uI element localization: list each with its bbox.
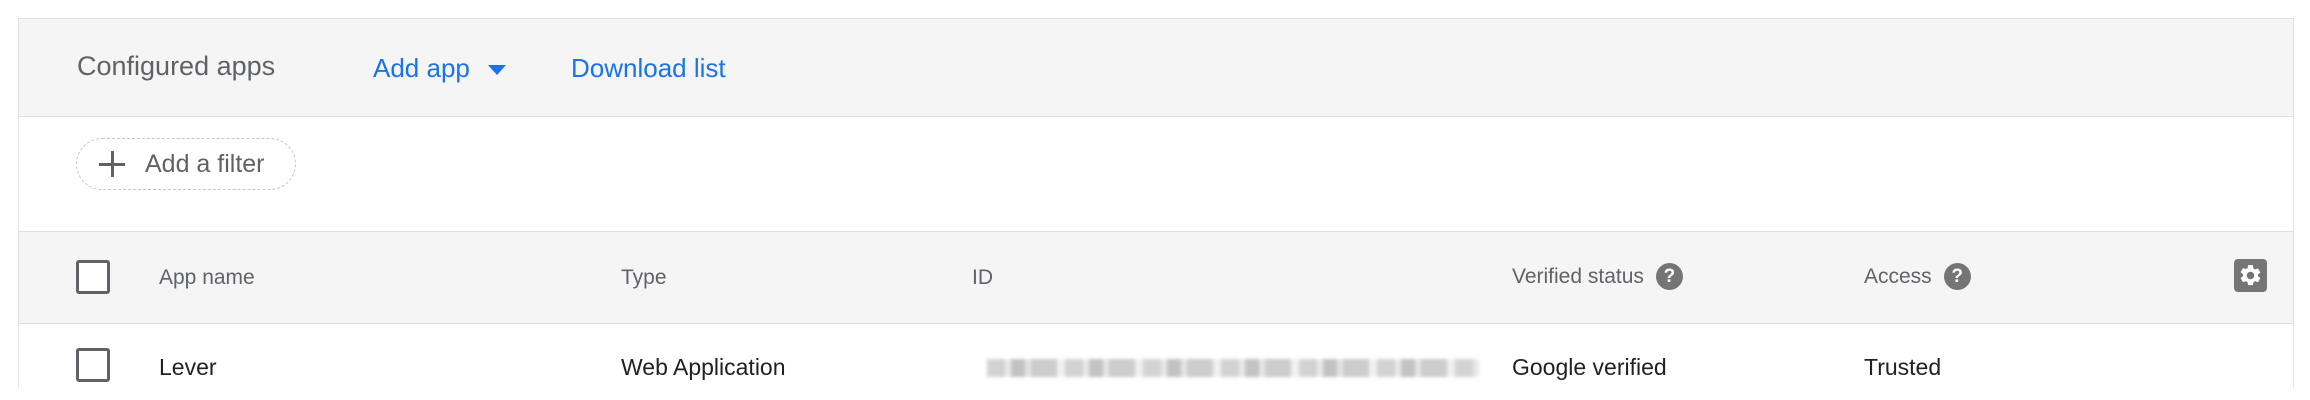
column-header-app-name[interactable]: App name <box>159 266 255 290</box>
cell-id-redacted <box>987 359 1479 377</box>
table-row[interactable]: Lever Web Application Google verified Tr… <box>19 324 2293 400</box>
column-header-verified-status[interactable]: Verified status ? <box>1512 263 1683 290</box>
help-icon[interactable]: ? <box>1943 263 1971 290</box>
caret-down-icon <box>487 64 506 75</box>
page-title: Configured apps <box>77 51 276 81</box>
plus-icon <box>99 151 125 177</box>
column-header-id[interactable]: ID <box>972 266 993 290</box>
gear-icon[interactable] <box>2234 259 2267 292</box>
download-list-link[interactable]: Download list <box>571 53 726 84</box>
cell-type: Web Application <box>621 354 786 380</box>
add-app-label: Add app <box>373 53 470 83</box>
filter-bar: Add a filter <box>19 117 2293 232</box>
cell-verified-status: Google verified <box>1512 354 1667 380</box>
table-header: App name Type ID Verified status ? Acces… <box>19 232 2293 324</box>
column-label: Access <box>1864 264 1932 288</box>
help-icon[interactable]: ? <box>1655 263 1683 290</box>
cell-access: Trusted <box>1864 354 1942 380</box>
add-filter-label: Add a filter <box>145 149 265 178</box>
column-label: Verified status <box>1512 264 1644 288</box>
column-label: App name <box>159 266 255 289</box>
panel-header: Configured apps Add app Download list <box>19 19 2293 117</box>
add-filter-button[interactable]: Add a filter <box>76 138 296 190</box>
configured-apps-panel: Configured apps Add app Download list Ad… <box>18 18 2294 400</box>
add-app-button[interactable]: Add app <box>373 53 506 84</box>
row-checkbox[interactable] <box>76 348 110 382</box>
cell-app-name[interactable]: Lever <box>159 354 217 381</box>
column-header-access[interactable]: Access ? <box>1864 263 1971 290</box>
select-all-checkbox[interactable] <box>76 260 110 294</box>
gear-icon-glyph <box>2240 265 2261 286</box>
column-label: Type <box>621 266 667 289</box>
column-header-type[interactable]: Type <box>621 266 667 290</box>
column-label: ID <box>972 266 993 289</box>
